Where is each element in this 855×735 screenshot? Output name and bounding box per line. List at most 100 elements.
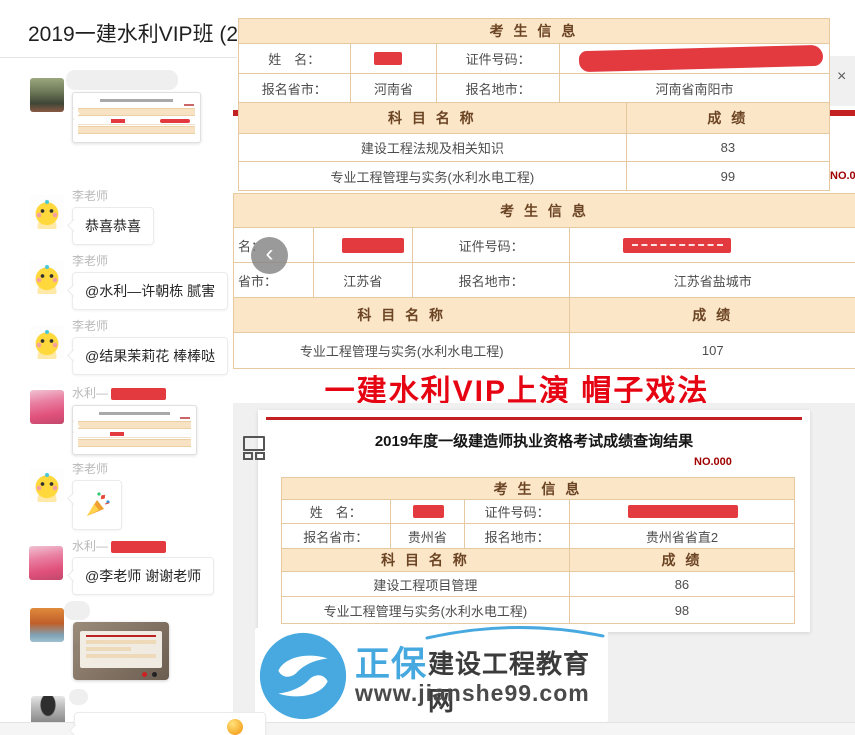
avatar[interactable] [29, 546, 63, 580]
city-value: 贵州省省直2 [570, 524, 794, 548]
score-header: 成 绩 [570, 549, 794, 571]
avatar[interactable] [30, 468, 64, 502]
id-value-cell [570, 228, 855, 262]
subject-value: 专业工程管理与实务(水利水电工程) [239, 162, 627, 190]
city-label: 报名地市： [437, 74, 560, 102]
certificate-image-message[interactable] [72, 92, 201, 143]
score-header: 成 绩 [627, 103, 829, 133]
avatar[interactable] [30, 390, 64, 424]
certificate-screenshot-guizhou: 2019年度一级建造师执业资格考试成绩查询结果 NO.000 考 生 信 息 姓… [258, 410, 810, 632]
score-value: 86 [570, 572, 794, 596]
mini-cert-header-bar [78, 439, 191, 447]
viewer-titlebar-sliver: × [830, 56, 855, 106]
sender-name: 李老师 [72, 317, 108, 334]
app-window: 2019一建水利VIP班 (27) 李老师 恭喜恭喜 李老师 @水利—许朝栋 腻… [0, 0, 855, 735]
censored-username [69, 689, 88, 705]
message-bubble: @结果茉莉花 棒棒哒 [72, 337, 228, 375]
certificate-screenshot-henan: 考 生 信 息 姓 名： 证件号码： 报名省市： 河南省 报名地市： 河南省南阳… [238, 10, 830, 190]
chat-group-title: 2019一建水利VIP班 (27) [28, 18, 257, 48]
redacted-id [623, 238, 731, 253]
id-value-cell [560, 44, 829, 73]
logo-arc [425, 624, 605, 640]
subject-header: 科 目 名 称 [239, 103, 627, 133]
photo-cert-card [80, 631, 162, 668]
subject-value: 建设工程法规及相关知识 [239, 134, 627, 161]
mini-cert-header-bar [78, 421, 191, 429]
mini-cert-header-bar [78, 108, 195, 116]
avatar[interactable] [30, 608, 64, 642]
previous-image-button[interactable]: ‹ [251, 237, 288, 274]
logo-url-text: www.jianshe99.com [355, 680, 590, 707]
certificate-number: NO.0 [830, 170, 855, 182]
score-value: 99 [627, 162, 829, 190]
table-header-candidate-info: 考 生 信 息 [239, 19, 829, 43]
sender-name: 李老师 [72, 187, 108, 204]
header-divider [0, 57, 237, 58]
censored-username [64, 601, 90, 620]
name-label: 姓 名： [239, 44, 351, 73]
name-value-cell [314, 228, 413, 262]
message-bubble-emoji [72, 480, 122, 530]
mini-cert-row [78, 117, 195, 125]
chevron-left-icon: ‹ [266, 242, 274, 266]
display-windows-icon[interactable] [243, 436, 267, 460]
name-label: 姓 名： [282, 500, 391, 523]
mini-cert-no-line [180, 417, 190, 419]
id-label: 证件号码： [465, 500, 570, 523]
redacted-name [374, 52, 402, 65]
subject-value: 专业工程管理与实务(水利水电工程) [282, 597, 570, 623]
sender-name: 李老师 [72, 252, 108, 269]
province-value: 江苏省 [314, 263, 413, 297]
avatar[interactable] [30, 260, 64, 294]
province-value: 贵州省 [391, 524, 466, 548]
avatar[interactable] [30, 78, 64, 112]
redacted-name [413, 505, 444, 518]
score-table-jiangsu: 考 生 信 息 名： 证件号码： 省市： 江苏省 报名地市： 江苏省盐城市 科 … [233, 193, 855, 369]
name-value-cell [351, 44, 438, 73]
photo-dot-dark [152, 672, 157, 677]
id-label: 证件号码： [413, 228, 571, 262]
score-table-guizhou: 考 生 信 息 姓 名： 证件号码： 报名省市： 贵州省 报名地市： 贵州省省直… [281, 477, 795, 624]
score-table-henan: 考 生 信 息 姓 名： 证件号码： 报名省市： 河南省 报名地市： 河南省南阳… [238, 18, 830, 191]
redacted-name-block [111, 388, 166, 400]
subject-header: 科 目 名 称 [282, 549, 570, 571]
city-label: 报名地市： [465, 524, 570, 548]
close-icon[interactable]: × [837, 69, 846, 85]
mini-cert-header-bar [78, 126, 195, 134]
red-divider-line [266, 417, 802, 420]
mini-cert-no-line [184, 104, 194, 106]
redacted-name-block [111, 541, 166, 553]
certificate-image-message[interactable] [72, 405, 197, 455]
censored-username [66, 70, 178, 90]
certificate-photo-message[interactable] [73, 622, 169, 680]
party-popper-icon [83, 491, 111, 519]
city-label: 报名地市： [413, 263, 571, 297]
table-header-candidate-info: 考 生 信 息 [234, 194, 855, 227]
score-value: 98 [570, 597, 794, 623]
mini-cert-row [78, 430, 191, 438]
zhengbao-logo-icon [259, 632, 347, 720]
province-label: 报名省市： [239, 74, 351, 102]
mini-cert-title-line [99, 412, 170, 415]
message-bubble: 恭喜恭喜 [72, 207, 154, 245]
result-page-title: 2019年度一级建造师执业资格考试成绩查询结果 [258, 430, 810, 451]
score-value: 83 [627, 134, 829, 161]
panel-sliver [830, 10, 855, 56]
province-value: 河南省 [351, 74, 438, 102]
table-header-candidate-info: 考 生 信 息 [282, 478, 794, 499]
id-value-cell [570, 500, 794, 523]
avatar[interactable] [30, 325, 64, 359]
redacted-id [628, 505, 738, 518]
redacted-name [342, 238, 404, 253]
mini-cert-title-line [100, 99, 174, 102]
jianshe99-logo: 正保 建设工程教育网 www.jianshe99.com [255, 628, 608, 722]
mini-cert-row [78, 448, 191, 455]
subject-header: 科 目 名 称 [234, 298, 570, 332]
id-label: 证件号码： [437, 44, 560, 73]
smiley-emoji-icon [227, 719, 243, 735]
name-value-cell [391, 500, 466, 523]
sender-name: 水利— [72, 537, 166, 554]
message-bubble: @李老师 谢谢老师 [72, 557, 214, 595]
avatar[interactable] [30, 195, 64, 229]
score-header: 成 绩 [570, 298, 855, 332]
